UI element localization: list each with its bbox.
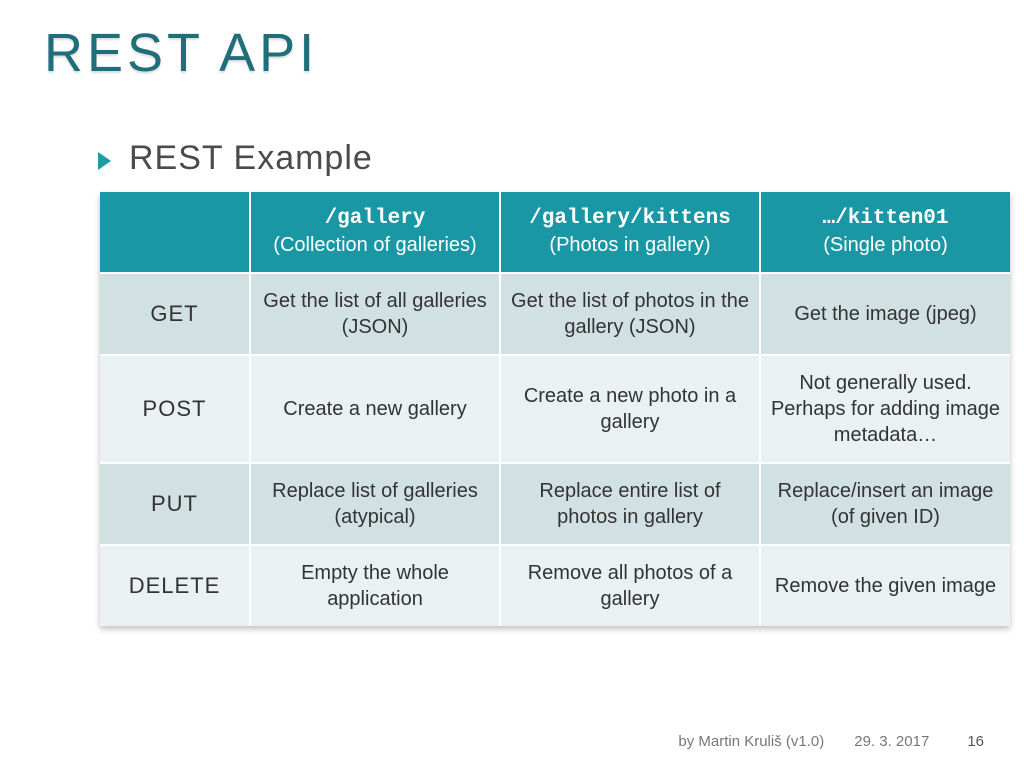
method-post: POST (100, 355, 250, 463)
table-header-row: /gallery (Collection of galleries) /gall… (100, 192, 1010, 273)
cell: Replace/insert an image (of given ID) (760, 463, 1010, 545)
table-row: GET Get the list of all galleries (JSON)… (100, 273, 1010, 355)
cell: Remove all photos of a gallery (500, 545, 760, 626)
method-delete: DELETE (100, 545, 250, 626)
header-mono: /gallery/kittens (529, 207, 731, 230)
bullet-icon (98, 152, 111, 170)
header-kitten01: …/kitten01 (Single photo) (760, 192, 1010, 273)
header-blank (100, 192, 250, 273)
table-row: PUT Replace list of galleries (atypical)… (100, 463, 1010, 545)
subhead-text: REST Example (129, 139, 373, 178)
slide: REST API REST Example /gallery (Collecti… (0, 0, 1024, 768)
cell: Replace list of galleries (atypical) (250, 463, 500, 545)
rest-table: /gallery (Collection of galleries) /gall… (100, 192, 1010, 626)
subhead: REST Example (98, 139, 986, 178)
cell: Create a new gallery (250, 355, 500, 463)
header-gallery-kittens: /gallery/kittens (Photos in gallery) (500, 192, 760, 273)
cell: Not generally used. Perhaps for adding i… (760, 355, 1010, 463)
cell: Remove the given image (760, 545, 1010, 626)
cell: Get the list of all galleries (JSON) (250, 273, 500, 355)
footer-page: 16 (959, 733, 984, 750)
header-sub: (Photos in gallery) (549, 234, 710, 256)
cell: Get the image (jpeg) (760, 273, 1010, 355)
cell: Empty the whole application (250, 545, 500, 626)
table-row: DELETE Empty the whole application Remov… (100, 545, 1010, 626)
method-get: GET (100, 273, 250, 355)
cell: Create a new photo in a gallery (500, 355, 760, 463)
cell: Replace entire list of photos in gallery (500, 463, 760, 545)
cell: Get the list of photos in the gallery (J… (500, 273, 760, 355)
footer-date: 29. 3. 2017 (854, 733, 929, 750)
header-sub: (Collection of galleries) (273, 234, 476, 256)
footer-author: by Martin Kruliš (v1.0) (678, 733, 824, 750)
slide-title: REST API (44, 22, 986, 84)
table-row: POST Create a new gallery Create a new p… (100, 355, 1010, 463)
header-mono: …/kitten01 (822, 207, 948, 230)
header-mono: /gallery (325, 207, 426, 230)
header-sub: (Single photo) (823, 234, 948, 256)
footer: by Martin Kruliš (v1.0) 29. 3. 2017 16 (678, 733, 984, 750)
header-gallery: /gallery (Collection of galleries) (250, 192, 500, 273)
method-put: PUT (100, 463, 250, 545)
